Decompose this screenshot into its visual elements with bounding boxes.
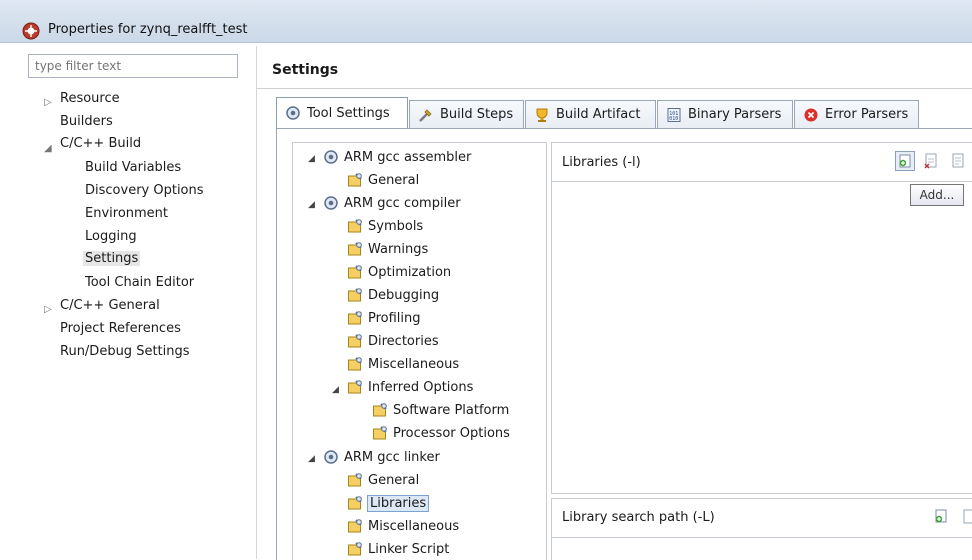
add-library-icon[interactable] xyxy=(895,151,915,171)
delete-search-path-icon[interactable] xyxy=(958,507,972,527)
option-category-icon xyxy=(348,473,362,487)
option-inferred-options[interactable]: Inferred Options xyxy=(347,379,473,395)
properties-window-icon xyxy=(22,22,40,40)
tab-tool-settings-label: Tool Settings xyxy=(307,105,390,121)
collapse-linker-icon[interactable]: ◢ xyxy=(308,454,315,464)
tab-build-artifact-label: Build Artifact xyxy=(556,107,641,122)
tab-build-steps[interactable]: Build Steps xyxy=(409,100,524,128)
option-category-icon xyxy=(348,380,362,394)
option-software-platform[interactable]: Software Platform xyxy=(372,402,509,418)
tab-binary-parsers-label: Binary Parsers xyxy=(688,107,782,122)
tab-tool-settings[interactable]: Tool Settings xyxy=(276,97,408,128)
option-category-icon xyxy=(348,311,362,325)
tab-error-parsers[interactable]: Error Parsers xyxy=(794,100,919,128)
delete-library-icon[interactable] xyxy=(922,151,942,171)
libraries-label: Libraries (-l) xyxy=(562,155,641,170)
error-icon xyxy=(804,108,818,121)
nav-run-debug-settings[interactable]: Run/Debug Settings xyxy=(60,344,190,359)
option-warnings[interactable]: Warnings xyxy=(347,241,428,257)
option-symbols[interactable]: Symbols xyxy=(347,218,423,234)
build-artifact-icon xyxy=(536,108,548,122)
collapse-inferred-options-icon[interactable]: ◢ xyxy=(332,385,339,395)
tab-binary-parsers[interactable]: 101 010 Binary Parsers xyxy=(657,100,793,128)
option-linker-script[interactable]: Linker Script xyxy=(347,541,449,557)
collapse-compiler-icon[interactable]: ◢ xyxy=(308,200,315,210)
window-title: Properties for zynq_realfft_test xyxy=(48,22,248,37)
edit-library-icon[interactable] xyxy=(949,151,969,171)
add-search-path-icon[interactable] xyxy=(932,507,952,527)
binary-parsers-icon: 101 010 xyxy=(667,107,681,122)
collapse-assembler-icon[interactable]: ◢ xyxy=(308,154,315,164)
collapse-cpp-build-icon[interactable]: ◢ xyxy=(44,143,52,154)
nav-cpp-general[interactable]: C/C++ General xyxy=(60,298,160,313)
option-linker-miscellaneous[interactable]: Miscellaneous xyxy=(347,518,459,534)
option-category-icon xyxy=(348,242,362,256)
nav-environment[interactable]: Environment xyxy=(85,206,168,221)
option-category-icon xyxy=(348,519,362,533)
expand-cpp-general-icon[interactable]: ▷ xyxy=(44,304,52,315)
tab-build-artifact[interactable]: Build Artifact xyxy=(525,100,656,128)
svg-text:010: 010 xyxy=(669,116,678,122)
option-category-icon xyxy=(348,334,362,348)
tool-assembler[interactable]: ARM gcc assembler xyxy=(323,149,471,165)
tool-gear-icon xyxy=(324,150,338,164)
option-category-icon xyxy=(348,173,362,187)
option-category-icon xyxy=(348,288,362,302)
option-optimization[interactable]: Optimization xyxy=(347,264,451,280)
library-search-path-panel: Library search path (-L) xyxy=(551,498,972,560)
option-profiling[interactable]: Profiling xyxy=(347,310,421,326)
option-category-icon xyxy=(373,403,387,417)
option-category-icon xyxy=(348,357,362,371)
nav-builders[interactable]: Builders xyxy=(60,114,113,129)
nav-cpp-build[interactable]: C/C++ Build xyxy=(60,136,141,151)
window-title-bar: Properties for zynq_realfft_test xyxy=(0,0,972,43)
tool-gear-icon xyxy=(324,196,338,210)
tool-gear-icon xyxy=(324,450,338,464)
page-title: Settings xyxy=(272,62,339,78)
option-category-icon xyxy=(373,426,387,440)
property-pages-tree: ▷ Resource Builders ◢ C/C++ Build Build … xyxy=(16,46,257,559)
tool-linker[interactable]: ARM gcc linker xyxy=(323,449,440,465)
nav-project-references[interactable]: Project References xyxy=(60,321,181,336)
nav-tool-chain-editor[interactable]: Tool Chain Editor xyxy=(85,275,194,290)
expand-resource-icon[interactable]: ▷ xyxy=(44,97,52,108)
nav-resource[interactable]: Resource xyxy=(60,91,120,106)
nav-logging[interactable]: Logging xyxy=(85,229,137,244)
option-directories[interactable]: Directories xyxy=(347,333,439,349)
libraries-list-panel: Libraries (-l) xyxy=(551,142,972,494)
filter-input[interactable] xyxy=(28,54,238,78)
option-category-icon xyxy=(348,219,362,233)
build-steps-icon xyxy=(419,108,432,122)
nav-discovery-options[interactable]: Discovery Options xyxy=(85,183,204,198)
option-category-icon xyxy=(348,265,362,279)
add-tooltip: Add... xyxy=(910,184,964,206)
option-assembler-general[interactable]: General xyxy=(347,172,419,188)
tab-error-parsers-label: Error Parsers xyxy=(825,107,909,122)
option-debugging[interactable]: Debugging xyxy=(347,287,439,303)
nav-settings[interactable]: Settings xyxy=(83,251,141,266)
option-processor-options[interactable]: Processor Options xyxy=(372,425,510,441)
option-libraries[interactable]: Libraries xyxy=(347,494,430,512)
option-miscellaneous[interactable]: Miscellaneous xyxy=(347,356,459,372)
library-search-path-label: Library search path (-L) xyxy=(562,510,715,525)
nav-build-variables[interactable]: Build Variables xyxy=(85,160,181,175)
library-search-path-header: Library search path (-L) xyxy=(552,499,972,538)
tool-settings-icon xyxy=(286,106,300,120)
option-linker-general[interactable]: General xyxy=(347,472,419,488)
option-category-icon xyxy=(348,496,362,510)
heading-divider xyxy=(257,88,972,89)
tab-build-steps-label: Build Steps xyxy=(440,107,514,122)
tool-compiler[interactable]: ARM gcc compiler xyxy=(323,195,461,211)
option-category-icon xyxy=(348,542,362,556)
